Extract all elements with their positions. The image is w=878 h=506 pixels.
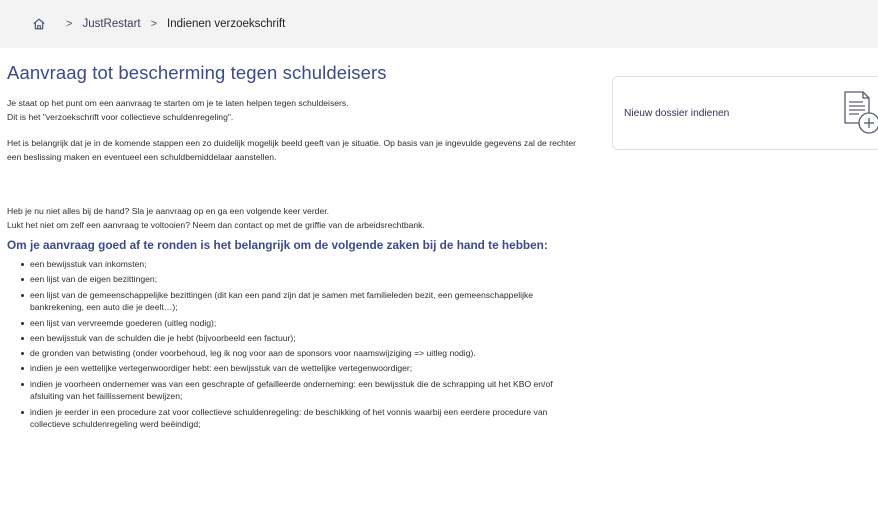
file-add-icon <box>844 91 878 134</box>
save-later-text: Heb je nu niet alles bij de hand? Sla je… <box>7 206 330 216</box>
list-item: indien je eerder in een procedure zat vo… <box>21 406 587 431</box>
breadcrumb-link-justrestart[interactable]: JustRestart <box>82 18 140 30</box>
list-item: indien je voorheen ondernemer was van ee… <box>21 378 587 403</box>
list-item: een lijst van de gemeenschappelijke bezi… <box>21 289 587 314</box>
list-item: een bewijsstuk van de schulden die je he… <box>21 332 587 345</box>
page-title: Aanvraag tot bescherming tegen schuldeis… <box>7 62 387 83</box>
new-dossier-label: Nieuw dossier indienen <box>624 107 730 119</box>
new-dossier-card[interactable]: Nieuw dossier indienen <box>612 76 878 150</box>
breadcrumb-separator: > <box>66 18 73 30</box>
intro-line-1: Je staat op het punt om een aanvraag te … <box>7 98 349 108</box>
home-icon[interactable] <box>32 17 46 31</box>
list-item: de gronden van betwisting (onder voorbeh… <box>21 347 587 360</box>
intro-line-2: Dit is het "verzoekschrift voor collecti… <box>7 112 234 122</box>
importance-paragraph: Het is belangrijk dat je in de komende s… <box>7 138 576 162</box>
breadcrumb-current-page: Indienen verzoekschrift <box>167 18 286 30</box>
contact-griffie-text: Lukt het niet om zelf een aanvraag te vo… <box>7 220 425 230</box>
breadcrumb-separator: > <box>150 18 158 30</box>
list-item: een lijst van de eigen bezittingen; <box>21 273 587 286</box>
requirements-list: een bewijsstuk van inkomsten; een lijst … <box>7 258 587 431</box>
main-content: Aanvraag tot bescherming tegen schuldeis… <box>7 62 587 434</box>
list-item: indien je een wettelijke vertegenwoordig… <box>21 362 587 375</box>
breadcrumb: > JustRestart > Indienen verzoekschrift <box>0 0 878 48</box>
list-item: een bewijsstuk van inkomsten; <box>21 258 587 271</box>
list-item: een lijst van vervreemde goederen (uitle… <box>21 317 587 330</box>
requirements-heading: Om je aanvraag goed af te ronden is het … <box>7 238 548 252</box>
